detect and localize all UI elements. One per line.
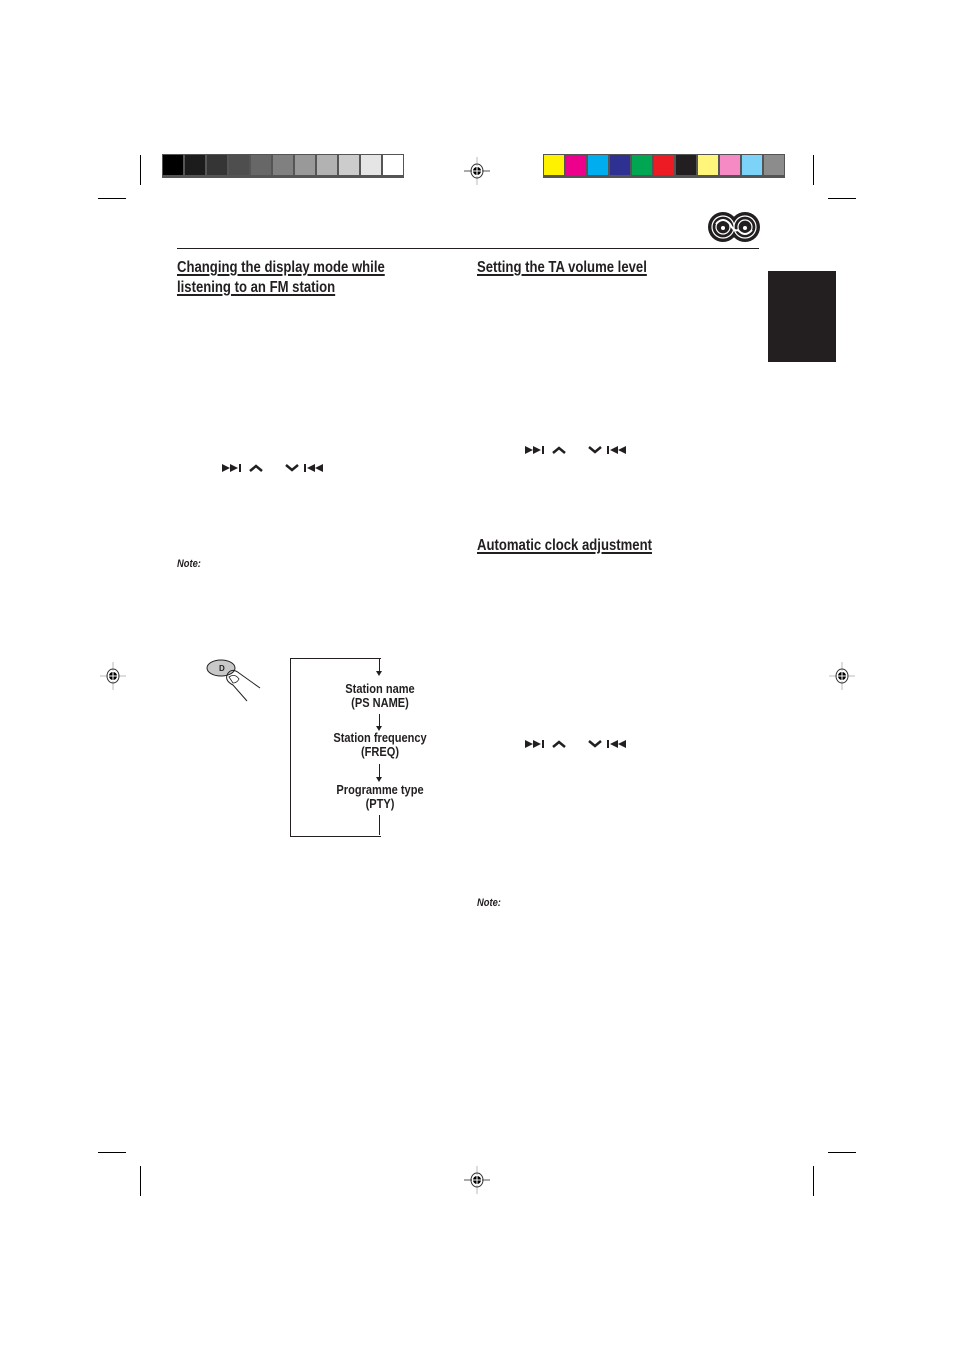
registration-mark-icon [829, 662, 855, 690]
section-heading-display-mode: Changing the display mode while listenin… [177, 258, 385, 298]
color-swatch [295, 155, 315, 175]
flow-step-line: (PTY) [365, 796, 395, 811]
color-swatch [698, 155, 718, 175]
note-label: Note: [177, 558, 201, 570]
chevron-down-icon[interactable] [587, 739, 603, 749]
color-swatch [654, 155, 674, 175]
registration-mark-icon [464, 157, 490, 185]
previous-track-icon[interactable] [607, 445, 629, 455]
process-color-bar [543, 154, 785, 178]
chevron-up-icon[interactable] [551, 445, 567, 455]
color-swatch [317, 155, 337, 175]
color-swatch [764, 155, 784, 175]
color-swatch [207, 155, 227, 175]
color-swatch [588, 155, 608, 175]
display-button-icon[interactable]: D [203, 655, 263, 705]
heading-line: Changing the display mode while [177, 259, 385, 276]
color-swatch [632, 155, 652, 175]
flow-step-line: (FREQ) [360, 744, 400, 759]
chevron-down-icon[interactable] [284, 463, 300, 473]
crop-mark [813, 1166, 814, 1196]
color-swatch [273, 155, 293, 175]
language-tab [768, 271, 836, 362]
flow-step-station-name: Station name (PS NAME) [304, 682, 457, 710]
flow-arrow [376, 658, 382, 676]
flow-step-line: Station frequency [333, 730, 427, 745]
flow-step-line: (PS NAME) [351, 695, 409, 710]
chevron-down-icon[interactable] [587, 445, 603, 455]
registration-mark-icon [100, 662, 126, 690]
crop-mark [140, 1166, 141, 1196]
section-heading-clock-adjustment: Automatic clock adjustment [477, 537, 652, 554]
header-rule [177, 248, 759, 249]
chevron-up-icon[interactable] [248, 463, 264, 473]
svg-text:D: D [219, 664, 225, 673]
crop-mark [828, 198, 856, 199]
note-label: Note: [477, 897, 501, 909]
chevron-up-icon[interactable] [551, 739, 567, 749]
color-swatch [566, 155, 586, 175]
color-swatch [163, 155, 183, 175]
color-swatch [185, 155, 205, 175]
crop-mark [140, 155, 141, 185]
select-buttons [525, 443, 629, 457]
previous-track-icon[interactable] [304, 463, 326, 473]
disc-logo-icon [708, 212, 760, 242]
flow-step-programme-type: Programme type (PTY) [304, 783, 457, 811]
crop-mark [98, 198, 126, 199]
flow-step-line: Station name [345, 681, 415, 696]
color-swatch [361, 155, 381, 175]
flow-arrow [376, 764, 382, 782]
flow-return-line [379, 815, 380, 835]
color-swatch [229, 155, 249, 175]
select-buttons [222, 461, 326, 475]
heading-line: listening to an FM station [177, 279, 336, 296]
color-swatch [251, 155, 271, 175]
next-track-icon[interactable] [525, 445, 547, 455]
color-swatch [610, 155, 630, 175]
flow-step-line: Programme type [336, 782, 424, 797]
select-buttons [525, 737, 629, 751]
registration-mark-icon [464, 1166, 490, 1194]
crop-mark [98, 1152, 126, 1153]
color-swatch [544, 155, 564, 175]
previous-track-icon[interactable] [607, 739, 629, 749]
crop-mark [828, 1152, 856, 1153]
next-track-icon[interactable] [525, 739, 547, 749]
color-swatch [676, 155, 696, 175]
color-swatch [720, 155, 740, 175]
crop-mark [813, 155, 814, 185]
grayscale-color-bar [162, 154, 404, 178]
next-track-icon[interactable] [222, 463, 244, 473]
color-swatch [742, 155, 762, 175]
flow-step-station-frequency: Station frequency (FREQ) [304, 731, 457, 759]
color-swatch [383, 155, 403, 175]
flow-arrow [376, 714, 382, 731]
color-swatch [339, 155, 359, 175]
section-heading-ta-volume: Setting the TA volume level [477, 259, 647, 276]
